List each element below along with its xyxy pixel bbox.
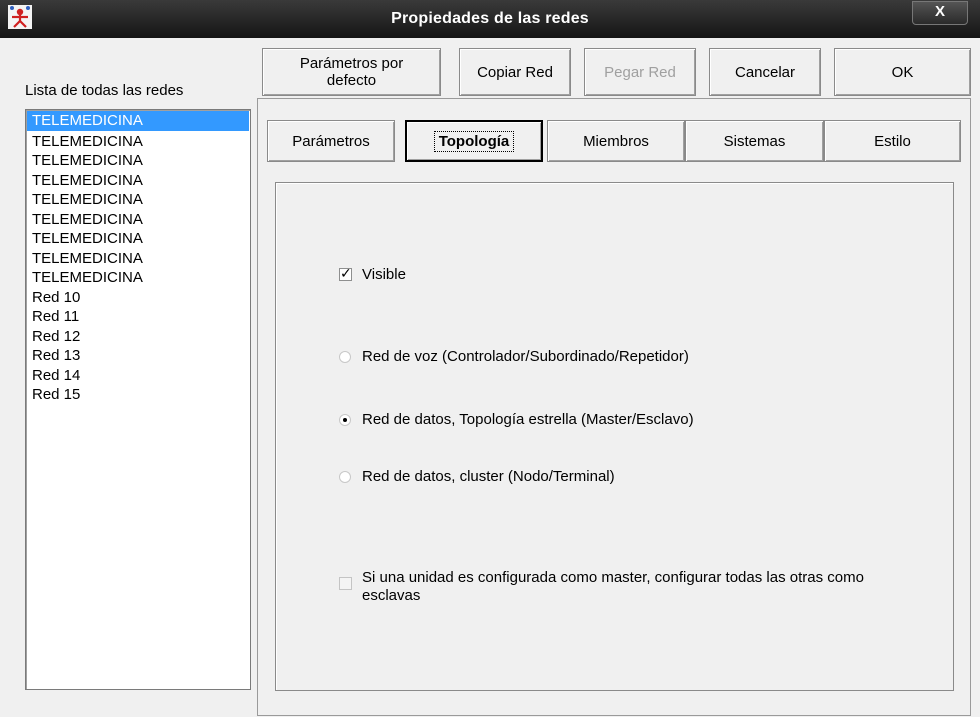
list-item[interactable]: Red 12 <box>26 327 250 347</box>
radio-data-star-network[interactable]: Red de datos, Topología estrella (Master… <box>339 411 694 428</box>
close-button[interactable]: X <box>912 1 968 25</box>
list-item[interactable]: Red 11 <box>26 307 250 327</box>
list-item[interactable]: TELEMEDICINA <box>26 132 250 152</box>
radio-voice-network[interactable]: Red de voz (Controlador/Subordinado/Repe… <box>339 348 689 365</box>
radio-star-label: Red de datos, Topología estrella (Master… <box>362 411 694 428</box>
master-slave-checkbox[interactable] <box>339 577 352 590</box>
list-item[interactable]: TELEMEDICINA <box>26 268 250 288</box>
tab-topologia[interactable]: Topología <box>405 120 543 162</box>
default-parameters-label: Parámetros por defecto <box>299 55 404 89</box>
visible-option[interactable]: ✓ Visible <box>339 265 406 283</box>
list-item[interactable]: TELEMEDICINA <box>27 111 249 131</box>
checkmark-icon: ✓ <box>340 265 352 281</box>
radio-cluster-label: Red de datos, cluster (Nodo/Terminal) <box>362 468 615 485</box>
topology-group-box <box>275 182 954 691</box>
radio-data-cluster-network[interactable]: Red de datos, cluster (Nodo/Terminal) <box>339 468 615 485</box>
copy-network-button[interactable]: Copiar Red <box>459 48 571 96</box>
visible-checkbox[interactable]: ✓ <box>339 265 352 281</box>
paste-network-button[interactable]: Pegar Red <box>584 48 696 96</box>
title-bar: Propiedades de las redes X <box>0 0 980 38</box>
default-parameters-button[interactable]: Parámetros por defecto <box>262 48 441 96</box>
ok-button[interactable]: OK <box>834 48 971 96</box>
list-item[interactable]: Red 15 <box>26 385 250 405</box>
window-title: Propiedades de las redes <box>391 10 589 27</box>
tab-topologia-label: Topología <box>433 130 515 152</box>
radio-voice-button[interactable] <box>339 350 351 363</box>
list-item[interactable]: TELEMEDICINA <box>26 151 250 171</box>
master-slave-option[interactable]: Si una unidad es configurada como master… <box>339 569 919 605</box>
network-list-label: Lista de todas las redes <box>25 82 184 99</box>
tab-estilo[interactable]: Estilo <box>824 120 961 162</box>
list-item[interactable]: TELEMEDICINA <box>26 210 250 230</box>
tab-parametros[interactable]: Parámetros <box>267 120 395 162</box>
master-slave-label: Si una unidad es configurada como master… <box>362 569 864 604</box>
radio-voice-label: Red de voz (Controlador/Subordinado/Repe… <box>362 348 689 365</box>
cancel-button[interactable]: Cancelar <box>709 48 821 96</box>
tab-sistemas[interactable]: Sistemas <box>685 120 824 162</box>
radio-star-button[interactable] <box>339 413 351 426</box>
dialog-client-area: Lista de todas las redes TELEMEDICINA TEL… <box>0 38 980 717</box>
list-item[interactable]: TELEMEDICINA <box>26 190 250 210</box>
network-list[interactable]: TELEMEDICINA TELEMEDICINA TELEMEDICINA TELE… <box>25 109 251 690</box>
visible-label: Visible <box>362 266 406 283</box>
radio-cluster-button[interactable] <box>339 470 351 483</box>
list-item[interactable]: TELEMEDICINA <box>26 229 250 249</box>
list-item[interactable]: TELEMEDICINA <box>26 171 250 191</box>
tab-miembros[interactable]: Miembros <box>547 120 685 162</box>
list-item[interactable]: TELEMEDICINA <box>26 249 250 269</box>
list-item[interactable]: Red 13 <box>26 346 250 366</box>
list-item[interactable]: Red 10 <box>26 288 250 308</box>
list-item[interactable]: Red 14 <box>26 366 250 386</box>
